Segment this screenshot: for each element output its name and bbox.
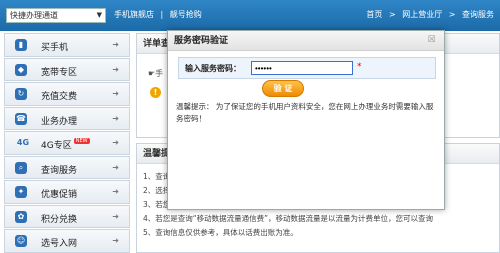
tag-icon: ✦ [15,186,27,198]
chevron-down-icon: ▼ [96,11,102,19]
sidebar-item-label: 选号入网 [41,239,78,249]
panel-line: 手 [155,69,164,78]
nav-separator: | [160,10,164,19]
sidebar: ▮ 买手机 ➜ ◆ 宽带专区 ➜ ↻ 充值交费 ➜ ☎ 业务办理 ➜ 4G 4G… [4,33,130,253]
sidebar-item-select-number[interactable]: ☺ 选号入网 ➜ [4,229,130,253]
chevron-right-icon: ➜ [112,113,119,123]
broadband-icon: ◆ [15,63,27,76]
required-mark: * [357,62,362,72]
modal-title: 服务密码验证 [168,31,444,51]
verify-button[interactable]: 验 证 [262,80,304,97]
close-icon[interactable]: ☒ [427,36,436,45]
password-form-row: 输入服务密码： * [178,57,436,79]
sidebar-item-business[interactable]: ☎ 业务办理 ➜ [4,106,130,130]
chevron-right-icon: ➜ [112,187,119,196]
pointer-icon: ☛手 [148,69,164,78]
chevron-right-icon: ➜ [112,236,119,245]
new-badge: NEW [73,138,90,144]
channel-select[interactable]: 快捷办理通道 ▼ [6,8,106,23]
4g-icon: 4G [16,138,30,147]
nav-lucky-number[interactable]: 靓号抢购 [170,10,202,19]
sidebar-item-label: 积分兑换 [41,214,78,225]
breadcrumb-online-hall[interactable]: 网上营业厅 [402,10,442,19]
nav-flagship-store[interactable]: 手机旗舰店 [114,10,154,19]
password-label: 输入服务密码： [185,64,241,73]
warning-icon: ! [150,87,161,98]
sidebar-item-label: 4G专区 NEW [41,138,90,151]
breadcrumb-separator: > [388,10,396,19]
sidebar-item-label: 买手机 [41,43,69,53]
sidebar-item-buy-phone[interactable]: ▮ 买手机 ➜ [4,33,130,57]
chevron-right-icon: ➜ [112,162,119,172]
sidebar-item-label-text: 4G专区 [41,141,72,151]
breadcrumb-query-service[interactable]: 查询服务 [462,10,494,19]
sidebar-item-label: 宽带专区 [41,67,78,78]
sidebar-item-promotions[interactable]: ✦ 优惠促销 ➜ [4,180,130,204]
top-nav: 手机旗舰店 | 靓号抢购 [114,9,206,20]
top-bar: 快捷办理通道 ▼ 手机旗舰店 | 靓号抢购 首页 > 网上营业厅 > 查询服务 [0,0,500,31]
sidebar-item-label: 充值交费 [41,92,78,102]
phone-icon: ▮ [15,39,27,51]
channel-select-value: 快捷办理通道 [10,11,58,20]
password-input[interactable] [251,61,353,75]
breadcrumb-separator: > [448,10,456,19]
chevron-right-icon: ➜ [112,89,119,98]
tip-item: 5、查询信息仅供参考，具体以话费出账为准。 [143,228,298,237]
sidebar-item-label: 查询服务 [41,165,78,176]
chevron-right-icon: ➜ [112,211,119,221]
sidebar-item-query[interactable]: ⌕ 查询服务 ➜ [4,155,130,179]
tip-item: 4、若您是查询“移动数据流量通信费”，移动数据流量是以流量为计费单位，您可以查询 [143,214,434,223]
number-icon: ☺ [15,235,27,247]
chevron-right-icon: ➜ [112,40,119,49]
chevron-right-icon: ➜ [112,64,119,74]
password-modal: 服务密码验证 ☒ 输入服务密码： * 验 证 温馨提示： 为了保证您的手机用户资… [167,30,445,210]
search-icon: ⌕ [15,161,27,174]
sidebar-item-label: 业务办理 [41,116,78,127]
recharge-icon: ↻ [15,88,27,100]
breadcrumb: 首页 > 网上营业厅 > 查询服务 [362,9,494,20]
business-icon: ☎ [15,112,27,125]
sidebar-item-broadband[interactable]: ◆ 宽带专区 ➜ [4,57,130,81]
chevron-right-icon: ➜ [112,138,119,147]
modal-tip: 温馨提示： 为了保证您的手机用户资料安全，您在网上办理业务时需要输入服务密码！ [176,102,434,123]
sidebar-item-label: 优惠促销 [41,190,78,200]
breadcrumb-home[interactable]: 首页 [366,10,382,19]
points-icon: ✿ [15,210,27,223]
sidebar-item-recharge[interactable]: ↻ 充值交费 ➜ [4,82,130,106]
sidebar-item-points[interactable]: ✿ 积分兑换 ➜ [4,204,130,228]
sidebar-item-4g[interactable]: 4G 4G专区 NEW ➜ [4,131,130,155]
